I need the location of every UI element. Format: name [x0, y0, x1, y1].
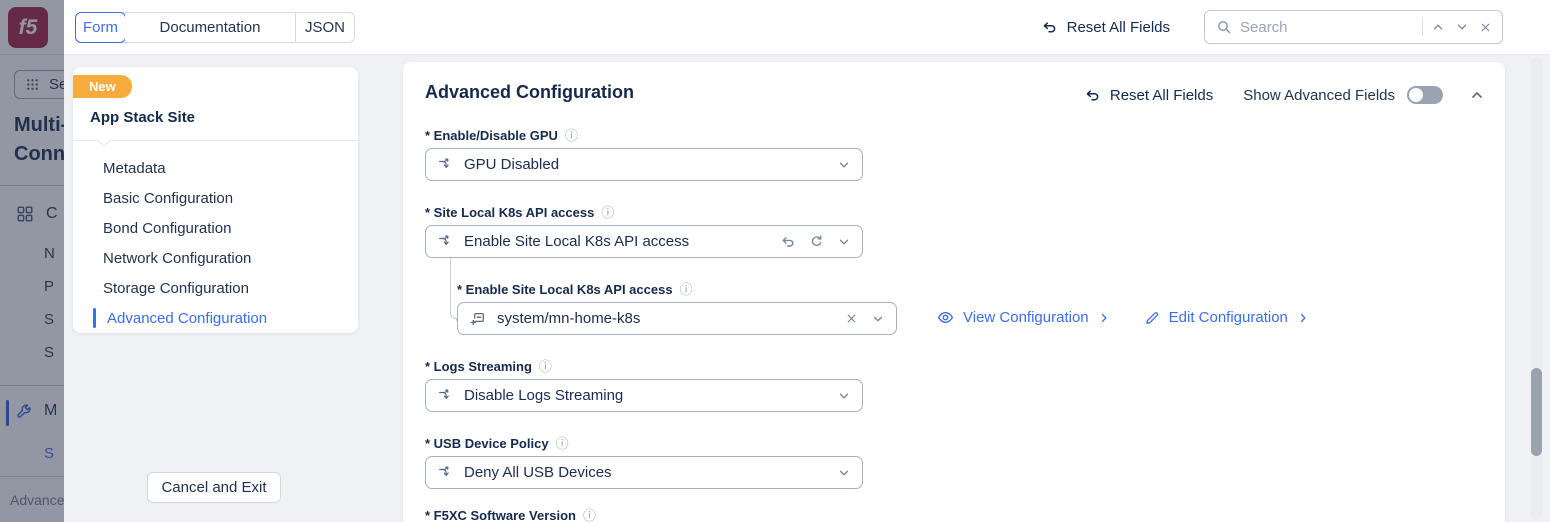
tab-documentation[interactable]: Documentation [125, 13, 295, 42]
info-icon[interactable]: ⓘ [539, 360, 552, 373]
chevron-right-icon [1098, 312, 1110, 324]
select-value: Enable Site Local K8s API access [464, 233, 769, 250]
chevron-down-icon[interactable] [837, 389, 851, 403]
field-label-gpu: * Enable/Disable GPU ⓘ [425, 128, 578, 143]
new-badge: New [73, 75, 132, 98]
edit-configuration-link[interactable]: Edit Configuration [1144, 309, 1309, 326]
wizard-nav-card: New App Stack Site Metadata Basic Config… [73, 67, 358, 333]
wizard-section-network-configuration[interactable]: Network Configuration [73, 243, 358, 273]
edit-configuration-label: Edit Configuration [1169, 309, 1288, 326]
collapse-section-icon[interactable] [1469, 87, 1485, 103]
k8s-object-select[interactable]: system/mn-home-k8s [457, 302, 897, 335]
label-text: * USB Device Policy [425, 436, 549, 451]
eye-icon [937, 309, 954, 326]
chevron-down-icon[interactable] [871, 312, 885, 326]
info-icon[interactable]: ⓘ [680, 283, 693, 296]
clear-value-icon[interactable] [845, 312, 858, 325]
gpu-select[interactable]: GPU Disabled [425, 148, 863, 181]
info-icon[interactable]: ⓘ [565, 129, 578, 142]
label-text: * Site Local K8s API access [425, 205, 594, 220]
label-text: * F5XC Software Version [425, 508, 576, 522]
chevron-down-icon[interactable] [837, 158, 851, 172]
undo-icon [1041, 19, 1058, 36]
view-mode-tabs: Form Documentation JSON [75, 12, 355, 43]
modal-body: New App Stack Site Metadata Basic Config… [64, 55, 1550, 522]
field-undo-icon[interactable] [780, 234, 796, 250]
cancel-and-exit-button[interactable]: Cancel and Exit [147, 472, 281, 503]
info-icon[interactable]: ⓘ [556, 437, 569, 450]
field-label-usb: * USB Device Policy ⓘ [425, 436, 569, 451]
modal-topbar: Form Documentation JSON Reset All Fields [64, 0, 1550, 55]
search-input[interactable] [1240, 19, 1414, 36]
wizard-section-bond-configuration[interactable]: Bond Configuration [73, 213, 358, 243]
scrollbar-track[interactable] [1531, 57, 1542, 520]
search-box [1204, 10, 1503, 44]
search-next-icon[interactable] [1455, 20, 1469, 34]
select-value: GPU Disabled [464, 156, 826, 173]
wizard-section-storage-configuration[interactable]: Storage Configuration [73, 273, 358, 303]
reset-all-fields-label: Reset All Fields [1067, 19, 1170, 36]
select-value: system/mn-home-k8s [497, 310, 834, 327]
chevron-down-notch-icon [97, 133, 111, 147]
pencil-icon [1144, 310, 1160, 326]
screen: f5 Se Multi- Conn [0, 0, 1550, 522]
view-configuration-label: View Configuration [963, 309, 1089, 326]
divider [1422, 18, 1423, 36]
field-label-k8s-object: * Enable Site Local K8s API access ⓘ [457, 282, 693, 297]
chevron-down-icon[interactable] [837, 466, 851, 480]
field-label-logs: * Logs Streaming ⓘ [425, 359, 552, 374]
section-title: Advanced Configuration [425, 82, 634, 103]
tab-json[interactable]: JSON [295, 13, 354, 42]
chevron-right-icon [1297, 312, 1309, 324]
select-value: Deny All USB Devices [464, 464, 826, 481]
wizard-title: App Stack Site [90, 109, 195, 126]
search-clear-icon[interactable] [1479, 21, 1492, 34]
reset-all-fields-label: Reset All Fields [1110, 87, 1213, 104]
select-type-icon [438, 234, 453, 249]
object-reference-icon [470, 311, 486, 327]
info-icon[interactable]: ⓘ [583, 509, 596, 522]
show-advanced-fields-label: Show Advanced Fields [1243, 87, 1395, 104]
search-prev-icon[interactable] [1431, 20, 1445, 34]
undo-icon [1084, 87, 1101, 104]
wizard-section-basic-configuration[interactable]: Basic Configuration [73, 183, 358, 213]
field-label-sw-version: * F5XC Software Version ⓘ [425, 508, 596, 522]
label-text: * Logs Streaming [425, 359, 532, 374]
label-text: * Enable Site Local K8s API access [457, 282, 673, 297]
usb-device-policy-select[interactable]: Deny All USB Devices [425, 456, 863, 489]
wizard-section-advanced-configuration[interactable]: Advanced Configuration [73, 303, 358, 333]
show-advanced-fields-toggle[interactable] [1407, 86, 1443, 104]
select-type-icon [438, 388, 453, 403]
tab-form[interactable]: Form [75, 12, 126, 43]
field-refresh-icon[interactable] [809, 234, 824, 249]
advanced-configuration-card: Advanced Configuration Reset All Fields … [403, 62, 1505, 522]
view-configuration-link[interactable]: View Configuration [937, 309, 1110, 326]
label-text: * Enable/Disable GPU [425, 128, 558, 143]
divider [73, 140, 358, 141]
topbar-reset-all-fields-button[interactable]: Reset All Fields [1041, 19, 1170, 36]
select-type-icon [438, 157, 453, 172]
configuration-links: View Configuration Edit Configuration [937, 309, 1309, 326]
wizard-section-list: Metadata Basic Configuration Bond Config… [73, 153, 358, 333]
field-label-k8s-access: * Site Local K8s API access ⓘ [425, 205, 614, 220]
scrollbar-thumb[interactable] [1531, 368, 1542, 456]
select-type-icon [438, 465, 453, 480]
logs-streaming-select[interactable]: Disable Logs Streaming [425, 379, 863, 412]
k8s-access-select[interactable]: Enable Site Local K8s API access [425, 225, 863, 258]
modal-scrim [0, 0, 64, 522]
site-editor-modal: Form Documentation JSON Reset All Fields [64, 0, 1550, 522]
info-icon[interactable]: ⓘ [601, 206, 614, 219]
select-value: Disable Logs Streaming [464, 387, 826, 404]
chevron-down-icon[interactable] [837, 235, 851, 249]
wizard-section-metadata[interactable]: Metadata [73, 153, 358, 183]
section-reset-all-fields-button[interactable]: Reset All Fields [1084, 87, 1213, 104]
search-icon [1216, 19, 1232, 35]
